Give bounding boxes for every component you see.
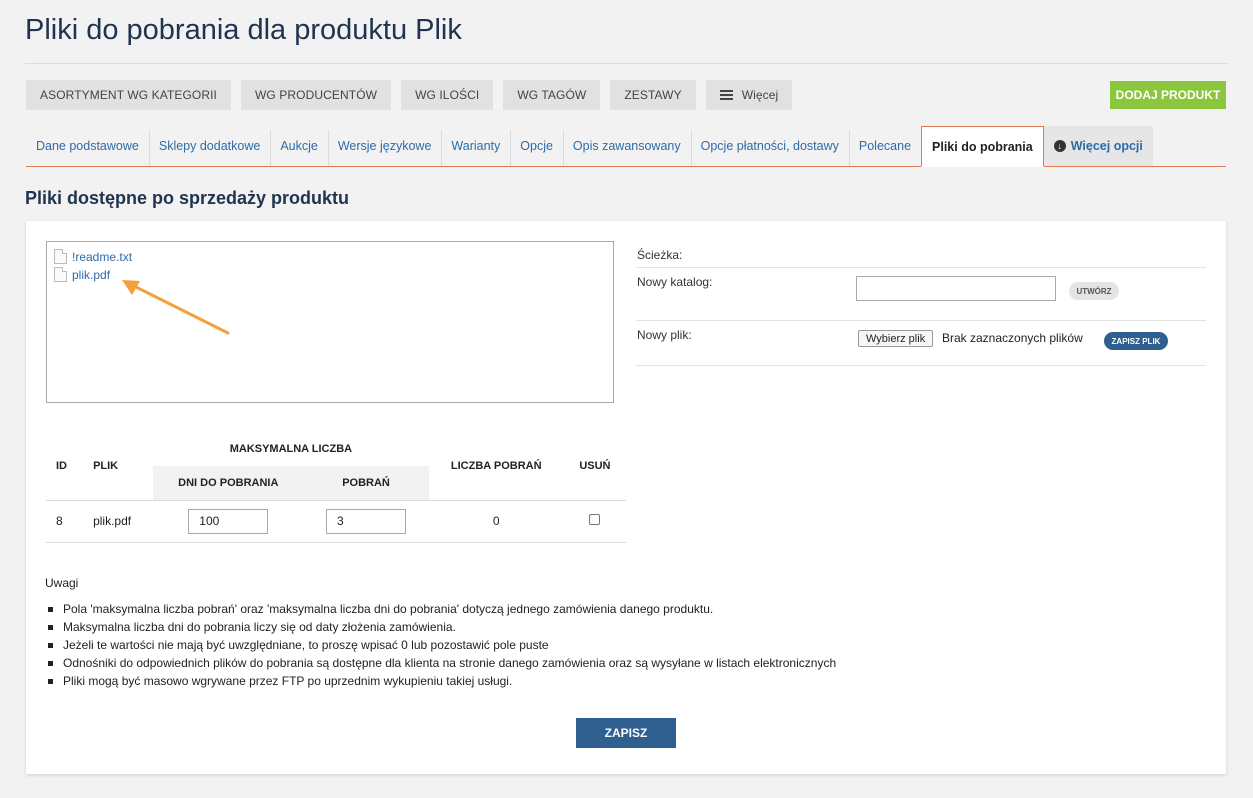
file-item[interactable]: !readme.txt — [54, 249, 132, 264]
path-label: Ścieżka: — [637, 248, 683, 262]
days-input[interactable]: 100 — [188, 508, 269, 534]
note-item: Pola 'maksymalna liczba pobrań' oraz 'ma… — [45, 600, 836, 618]
note-item: Pliki mogą być masowo wgrywane przez FTP… — [45, 672, 836, 690]
column-header-file: PLIK — [93, 459, 119, 472]
new-directory-label: Nowy katalog: — [637, 275, 713, 289]
file-icon — [54, 267, 67, 282]
more-button[interactable]: Więcej — [705, 80, 793, 110]
new-directory-input[interactable] — [856, 276, 1056, 301]
tab-recommended[interactable]: Polecane — [848, 126, 922, 167]
sets-button[interactable]: ZESTAWY — [610, 80, 696, 110]
tab-additional-shops[interactable]: Sklepy dodatkowe — [148, 126, 271, 167]
file-name: !readme.txt — [72, 249, 133, 264]
no-file-selected-text: Brak zaznaczonych plików — [942, 331, 1083, 345]
row-id: 8 — [46, 499, 84, 543]
tab-payment-delivery[interactable]: Opcje płatności, dostawy — [690, 126, 849, 167]
save-file-button[interactable]: ZAPISZ PLIK — [1104, 332, 1168, 350]
product-tabs: Dane podstawowe Sklepy dodatkowe Aukcje … — [26, 126, 1226, 167]
column-header-count: LICZBA POBRAŃ — [450, 459, 542, 472]
tab-language-versions[interactable]: Wersje językowe — [327, 126, 442, 167]
arrow-down-circle-icon: ↓ — [1053, 140, 1066, 152]
note-item: Jeżeli te wartości nie mają być uwzględn… — [45, 636, 836, 654]
tab-advanced-description[interactable]: Opis zawansowany — [562, 126, 691, 167]
row-file: plik.pdf — [83, 499, 154, 543]
add-product-button[interactable]: DODAJ PRODUKT — [1110, 81, 1226, 109]
divider — [25, 63, 1228, 64]
column-header-days: DNI DO POBRANIA — [153, 466, 304, 500]
row-downloads-cell: 3 — [303, 499, 429, 543]
tab-auctions[interactable]: Aukcje — [270, 126, 328, 167]
by-producers-button[interactable]: WG PRODUCENTÓW — [241, 80, 392, 110]
column-header-max-group: MAKSYMALNA LICZBA — [229, 443, 353, 455]
tab-basic-data[interactable]: Dane podstawowe — [26, 126, 149, 167]
downloads-input[interactable]: 3 — [326, 508, 407, 534]
notes-title: Uwagi — [45, 576, 79, 590]
tab-variants[interactable]: Warianty — [441, 126, 511, 167]
delete-checkbox[interactable] — [589, 514, 601, 525]
files-table: ID PLIK MAKSYMALNA LICZBA LICZBA POBRAŃ … — [46, 432, 626, 543]
file-icon — [54, 249, 67, 264]
annotation-arrow-icon — [122, 280, 230, 335]
column-header-downloads: POBRAŃ — [303, 466, 429, 500]
notes: Uwagi Pola 'maksymalna liczba pobrań' or… — [45, 576, 836, 690]
menu-icon — [719, 88, 733, 102]
row-days-cell: 100 — [153, 499, 304, 543]
new-file-label: Nowy plik: — [637, 328, 692, 342]
section-title: Pliki dostępne po sprzedaży produktu — [25, 188, 350, 208]
note-item: Maksymalna liczba dni do pobrania liczy … — [45, 618, 836, 636]
column-header-delete: USUŃ — [579, 459, 611, 472]
new-file-row: Nowy plik: Wybierz plik Brak zaznaczonyc… — [636, 321, 1206, 366]
tab-downloads[interactable]: Pliki do pobrania — [921, 126, 1044, 167]
by-quantity-button[interactable]: WG ILOŚCI — [401, 80, 494, 110]
more-label: Więcej — [741, 88, 779, 102]
row-count: 0 — [428, 499, 564, 543]
note-item: Odnośniki do odpowiednich plików do pobr… — [45, 654, 836, 672]
new-directory-row: Nowy katalog: UTWÓRZ — [636, 268, 1206, 321]
more-options-label: Więcej opcji — [1070, 139, 1143, 153]
create-directory-button[interactable]: UTWÓRZ — [1069, 282, 1119, 300]
file-item[interactable]: plik.pdf — [54, 267, 110, 282]
choose-file-button[interactable]: Wybierz plik — [858, 330, 934, 347]
column-header-id: ID — [56, 459, 67, 472]
file-name: plik.pdf — [72, 267, 111, 282]
row-delete-cell — [563, 499, 626, 543]
tab-options[interactable]: Opcje — [510, 126, 563, 167]
tab-more-options[interactable]: ↓ Więcej opcji — [1043, 126, 1153, 167]
toolbar: ASORTYMENT WG KATEGORII WG PRODUCENTÓW W… — [26, 80, 793, 110]
path-row: Ścieżka: — [636, 241, 1206, 268]
table-row: 8 plik.pdf 100 3 0 — [46, 499, 626, 543]
by-tags-button[interactable]: WG TAGÓW — [503, 80, 601, 110]
category-assortment-button[interactable]: ASORTYMENT WG KATEGORII — [26, 80, 231, 110]
notes-list: Pola 'maksymalna liczba pobrań' oraz 'ma… — [45, 600, 836, 690]
page-title: Pliki do pobrania dla produktu Plik — [25, 14, 462, 46]
save-button[interactable]: ZAPISZ — [576, 718, 676, 748]
